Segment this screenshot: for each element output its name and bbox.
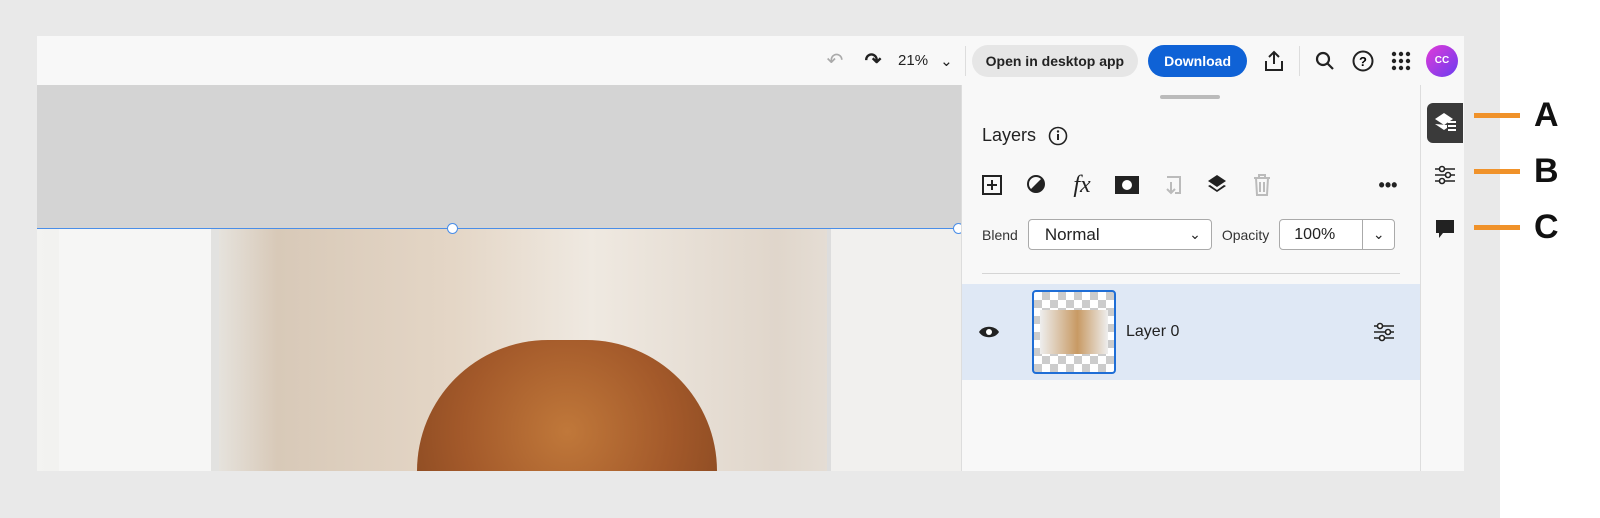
callout-b: B: [1474, 152, 1559, 191]
top-toolbar: ↶ ↷ 21% ⌄ Open in desktop app Download ? …: [37, 36, 1464, 85]
opacity-label: Opacity: [1221, 226, 1270, 243]
search-icon: [1315, 51, 1334, 70]
delete-layer-button[interactable]: [1250, 173, 1274, 197]
chevron-down-icon[interactable]: ⌄: [1362, 220, 1394, 249]
canvas[interactable]: [37, 85, 964, 471]
blend-label: Blend: [982, 226, 1018, 243]
callout-label: A: [1534, 96, 1559, 134]
redo-icon: ↷: [864, 50, 882, 72]
apps-button[interactable]: [1382, 45, 1420, 77]
dog-photo: [37, 228, 961, 471]
layers-icon: [1435, 113, 1456, 131]
fx-icon: fx: [1073, 171, 1091, 198]
add-layer-button[interactable]: [980, 173, 1004, 197]
layer-name: Layer 0: [1126, 323, 1180, 340]
blend-value: Normal: [1044, 224, 1100, 244]
chevron-down-icon: ⌄: [1189, 226, 1201, 242]
ellipsis-icon: •••: [1378, 174, 1398, 195]
share-button[interactable]: [1255, 45, 1293, 77]
layer-stack-button[interactable]: [1205, 173, 1229, 197]
comments-rail-button[interactable]: [1427, 209, 1463, 249]
properties-rail-button[interactable]: [1427, 155, 1463, 195]
callout-a: A: [1474, 96, 1559, 135]
layer-properties-icon[interactable]: [1373, 322, 1395, 342]
eye-icon[interactable]: [978, 325, 1000, 339]
sliders-icon: [1435, 165, 1455, 185]
blend-mode-dropdown[interactable]: Normal ⌄: [1027, 219, 1212, 250]
undo-button[interactable]: ↶: [816, 45, 854, 77]
layer-tools: fx •••: [980, 171, 1400, 198]
undo-icon: ↶: [826, 50, 844, 72]
info-icon[interactable]: [1048, 126, 1068, 146]
opacity-field[interactable]: 100% ⌄: [1279, 219, 1396, 250]
open-desktop-app-button[interactable]: Open in desktop app: [971, 44, 1139, 77]
selection-bound: [37, 228, 961, 229]
zoom-value: 21%: [898, 52, 929, 69]
adjustment-icon: [1027, 175, 1045, 193]
apps-grid-icon: [1391, 51, 1411, 70]
zoom-dropdown[interactable]: 21% ⌄: [892, 45, 959, 77]
svg-text:?: ?: [1359, 54, 1367, 69]
add-mask-button[interactable]: [1115, 173, 1139, 197]
layer-row[interactable]: Layer 0: [962, 284, 1421, 380]
clip-button[interactable]: [1160, 173, 1184, 197]
callout-label: B: [1534, 152, 1559, 190]
layer-thumbnail[interactable]: [1032, 290, 1116, 374]
right-rail: [1420, 85, 1464, 471]
transform-handle[interactable]: [447, 223, 458, 234]
search-button[interactable]: [1306, 45, 1344, 77]
layers-icon: [1208, 175, 1226, 192]
callout-c: C: [1474, 208, 1559, 247]
callout-label: C: [1534, 208, 1559, 246]
effects-button[interactable]: fx: [1070, 171, 1094, 198]
help-button[interactable]: ?: [1344, 45, 1382, 77]
download-button[interactable]: Download: [1148, 44, 1247, 77]
redo-button[interactable]: ↷: [854, 45, 892, 77]
clip-icon: [1166, 176, 1181, 195]
panel-title: Layers: [982, 125, 1037, 145]
add-layer-icon: [982, 175, 1002, 195]
layers-panel: Layers fx ••• Blend Normal ⌄ Opacity 100%…: [961, 85, 1421, 471]
share-icon: [1265, 50, 1283, 71]
divider: [1299, 45, 1300, 76]
chevron-down-icon: ⌄: [940, 52, 953, 70]
layers-rail-button[interactable]: [1427, 103, 1463, 143]
app-window: ↶ ↷ 21% ⌄ Open in desktop app Download ? …: [37, 36, 1464, 471]
avatar[interactable]: CC: [1426, 44, 1458, 77]
divider: [982, 273, 1400, 274]
comment-icon: [1436, 220, 1454, 238]
adjustment-layer-button[interactable]: [1025, 173, 1049, 197]
panel-drag-handle[interactable]: [1160, 95, 1220, 99]
mask-icon: [1115, 176, 1139, 194]
opacity-value[interactable]: 100%: [1280, 226, 1335, 244]
trash-icon: [1254, 174, 1270, 196]
divider: [964, 45, 966, 76]
more-options-button[interactable]: •••: [1376, 173, 1400, 197]
help-icon: ?: [1352, 50, 1374, 71]
